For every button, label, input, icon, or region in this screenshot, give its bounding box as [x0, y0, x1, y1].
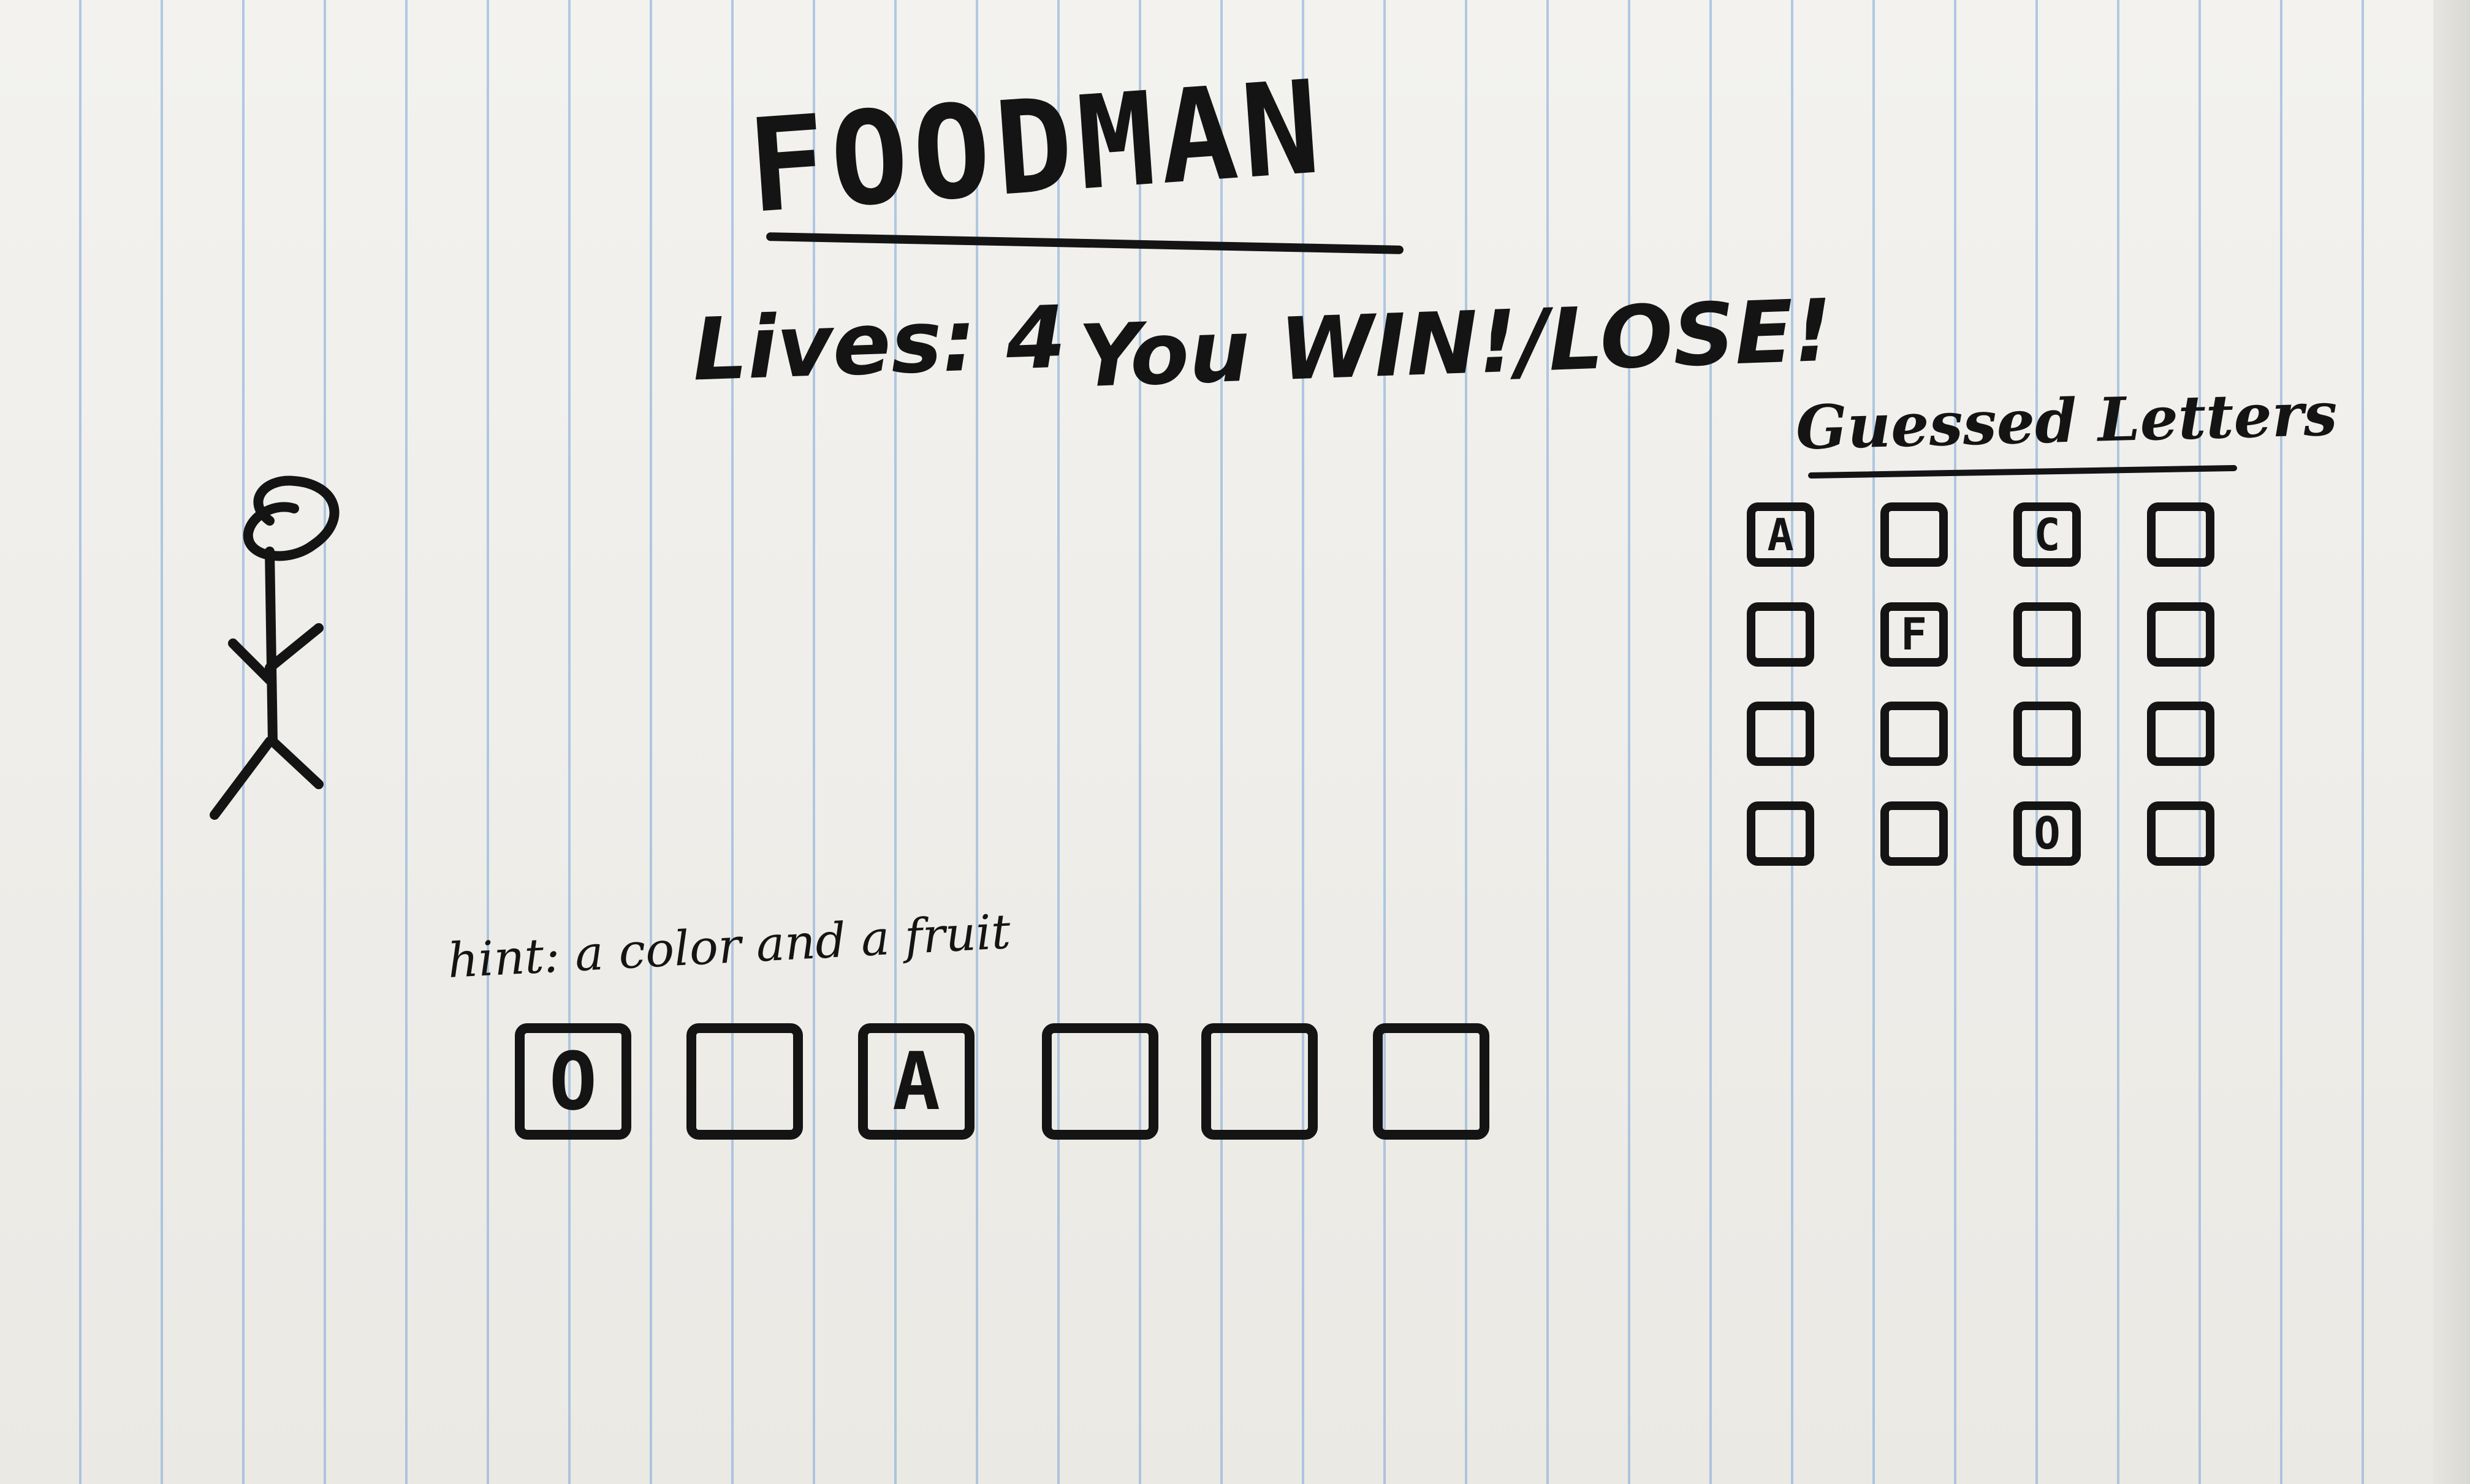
guessed-slot[interactable]	[1747, 702, 1814, 766]
word-slot[interactable]	[1373, 1023, 1489, 1140]
stickman-left-leg	[210, 736, 275, 820]
word-slot[interactable]	[1042, 1023, 1158, 1140]
guessed-slot[interactable]	[1747, 801, 1814, 866]
guessed-letters-heading: Guessed Letters	[1795, 379, 2338, 464]
guessed-slot[interactable]: A	[1747, 502, 1814, 567]
guessed-slot[interactable]	[2013, 602, 2081, 667]
guessed-slot[interactable]	[1880, 702, 1948, 766]
guessed-slot[interactable]: O	[2013, 801, 2081, 866]
stickman-head	[243, 475, 340, 561]
guessed-slot[interactable]: C	[2013, 502, 2081, 567]
guessed-slot[interactable]	[2146, 801, 2214, 866]
lives-counter: Lives: 4	[691, 287, 1068, 401]
stickman-left-arm	[228, 638, 275, 685]
guessed-letters-grid: A C F O	[1747, 502, 2280, 901]
guessed-slot[interactable]	[2146, 702, 2214, 766]
background-edge	[2433, 0, 2470, 1484]
word-slot[interactable]	[686, 1023, 803, 1140]
stickman-right-arm	[265, 623, 324, 673]
word-letter-row: O A	[515, 1023, 1520, 1170]
guessed-slot[interactable]	[2146, 502, 2214, 567]
stickman-figure	[210, 475, 340, 820]
guessed-slot[interactable]	[1880, 502, 1948, 567]
word-slot[interactable]: O	[515, 1023, 631, 1140]
guessed-slot[interactable]	[1880, 801, 1948, 866]
word-slot[interactable]: A	[858, 1023, 975, 1140]
stickman-body	[265, 547, 278, 746]
guessed-slot[interactable]: F	[1880, 602, 1948, 667]
guessed-slot[interactable]	[1747, 602, 1814, 667]
guessed-slot[interactable]	[2146, 602, 2214, 667]
guessed-slot[interactable]	[2013, 702, 2081, 766]
word-slot[interactable]	[1201, 1023, 1318, 1140]
stickman-right-leg	[268, 736, 324, 789]
